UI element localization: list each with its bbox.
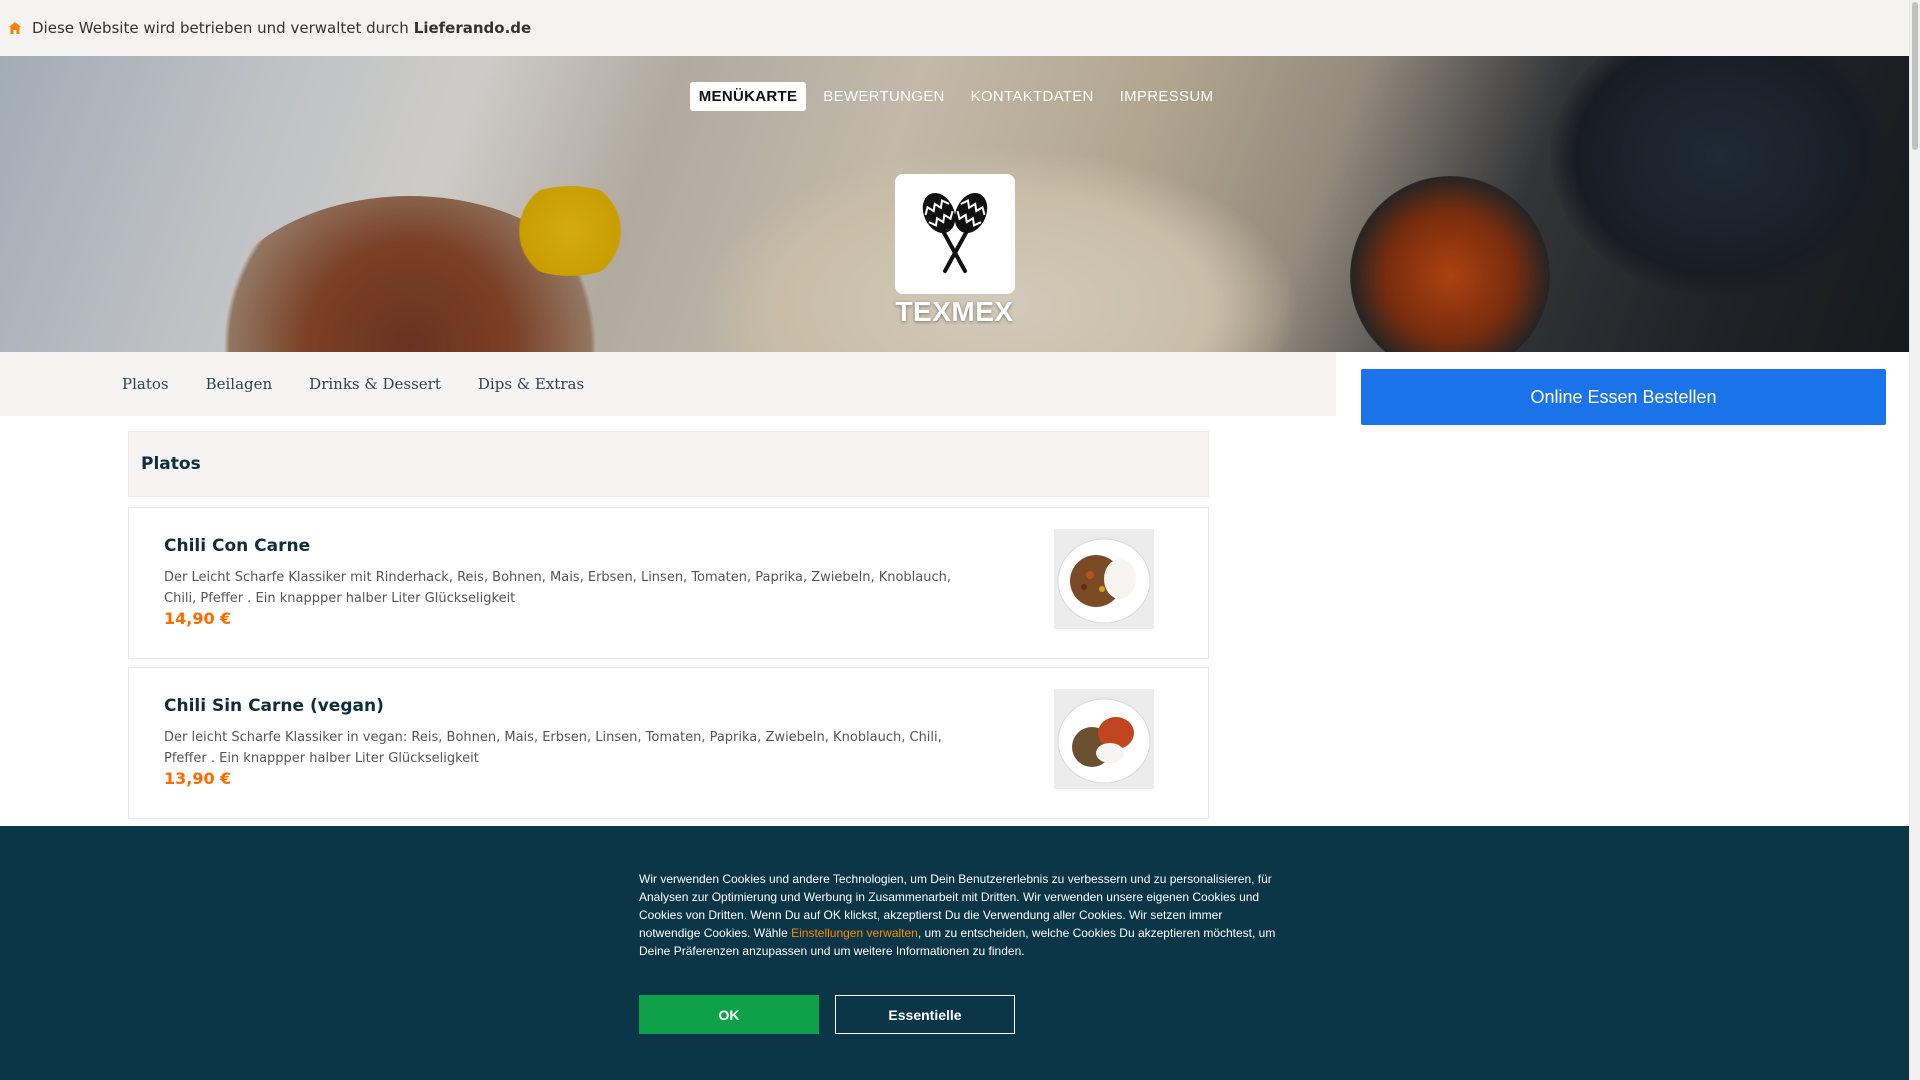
nav-menu[interactable]: MENÜKARTE — [689, 82, 807, 111]
category-dips-extras[interactable]: Dips & Extras — [478, 375, 584, 393]
cookie-banner: Wir verwenden Cookies und andere Technol… — [0, 826, 1909, 1080]
category-beilagen[interactable]: Beilagen — [206, 375, 273, 393]
hero-banner: MENÜKARTE BEWERTUNGEN KONTAKTDATEN IMPRE… — [0, 56, 1909, 352]
scrollbar-thumb[interactable] — [1912, 2, 1918, 150]
manage-settings-link[interactable]: Einstellungen verwalten — [791, 926, 918, 940]
section-title: Platos — [128, 431, 1209, 497]
dish-name: Chili Sin Carne (vegan) — [164, 696, 384, 716]
restaurant-name: TEXMEX — [895, 296, 1014, 327]
dish-card[interactable]: Chili Sin Carne (vegan) Der leicht Schar… — [128, 667, 1209, 819]
category-navigation: Platos Beilagen Drinks & Dessert Dips & … — [0, 352, 1336, 416]
cookie-essential-button[interactable]: Essentielle — [835, 995, 1015, 1034]
dish-price: 14,90 € — [164, 609, 232, 628]
operator-notice-text: Diese Website wird betrieben und verwalt… — [32, 19, 409, 37]
operator-link[interactable]: Lieferando.de — [414, 19, 531, 37]
page-scrollbar[interactable] — [1909, 0, 1920, 1080]
category-platos[interactable]: Platos — [122, 375, 169, 393]
cookie-ok-button[interactable]: OK — [639, 995, 819, 1034]
restaurant-logo — [895, 174, 1015, 294]
chili-sin-carne-image — [1054, 689, 1154, 789]
cookie-text: Wir verwenden Cookies und andere Technol… — [639, 872, 1276, 958]
dish-photo[interactable] — [1054, 529, 1154, 629]
main-navigation: MENÜKARTE BEWERTUNGEN KONTAKTDATEN IMPRE… — [0, 82, 1909, 111]
dish-name: Chili Con Carne — [164, 536, 311, 556]
dish-description: Der Leicht Scharfe Klassiker mit Rinderh… — [164, 570, 952, 606]
chili-con-carne-image — [1054, 529, 1154, 629]
dish-price: 13,90 € — [164, 769, 232, 788]
category-drinks-dessert[interactable]: Drinks & Dessert — [309, 375, 441, 393]
home-icon — [9, 22, 21, 34]
order-online-button[interactable]: Online Essen Bestellen — [1361, 369, 1886, 425]
maracas-icon — [922, 192, 988, 273]
operator-notice-bar: Diese Website wird betrieben und verwalt… — [0, 0, 1909, 56]
dish-description: Der leicht Scharfe Klassiker in vegan: R… — [164, 730, 942, 766]
nav-reviews[interactable]: BEWERTUNGEN — [814, 82, 953, 111]
dish-card[interactable]: Chili Con Carne Der Leicht Scharfe Klass… — [128, 507, 1209, 659]
nav-contact[interactable]: KONTAKTDATEN — [962, 82, 1103, 111]
dish-photo[interactable] — [1054, 689, 1154, 789]
nav-imprint[interactable]: IMPRESSUM — [1111, 82, 1223, 111]
